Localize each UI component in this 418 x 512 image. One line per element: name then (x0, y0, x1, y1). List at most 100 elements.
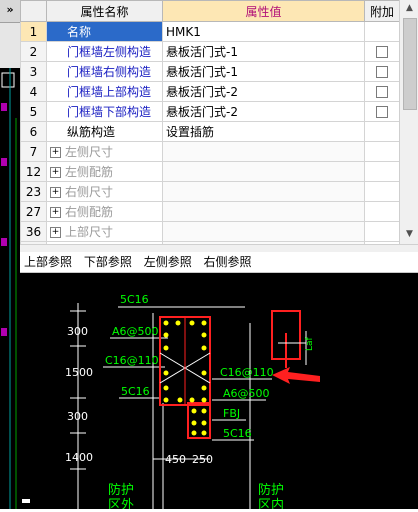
dim-label-450: 450 (165, 453, 186, 466)
expand-icon[interactable]: + (50, 187, 61, 198)
tab-bottom-reference[interactable]: 下部参照 (84, 252, 132, 272)
collapse-panel-button[interactable]: » (0, 0, 20, 23)
add-cell (364, 21, 399, 42)
cad-view-edge (0, 68, 20, 509)
cad-edge-drawing (1, 68, 17, 509)
property-row[interactable]: 4 门框墙上部构造 悬板活门式-2 (20, 81, 399, 102)
property-name-label: 门框墙上部构造 (67, 85, 152, 99)
add-checkbox[interactable] (376, 46, 388, 58)
property-value-cell[interactable]: 悬板活门式-2 (162, 101, 365, 122)
row-number: 27 (20, 201, 47, 222)
property-row[interactable]: 3 门框墙右侧构造 悬板活门式-1 (20, 61, 399, 82)
property-name-cell[interactable]: 门框墙上部构造 (46, 81, 163, 102)
tab-left-reference[interactable]: 左侧参照 (144, 252, 192, 272)
property-row[interactable]: 7 + 左侧尺寸 (20, 141, 399, 162)
add-cell (364, 221, 399, 242)
scroll-down-icon[interactable]: ▼ (400, 226, 418, 242)
property-value-cell[interactable]: 悬板活门式-1 (162, 61, 365, 82)
property-name-label: 左侧配筋 (65, 165, 114, 179)
add-cell[interactable] (364, 61, 399, 82)
row-number: 1 (20, 21, 47, 42)
property-name-cell[interactable]: + 左侧尺寸 (46, 141, 163, 162)
rebar-drawing-canvas[interactable]: 300 1500 300 1400 5C16 A6@500 C16@110 5C… (20, 273, 418, 512)
property-row[interactable]: 1 名称 HMK1 (20, 21, 399, 42)
tab-right-reference[interactable]: 右侧参照 (204, 252, 252, 272)
property-value-cell[interactable] (162, 181, 365, 202)
row-number: 3 (20, 61, 47, 82)
add-checkbox[interactable] (376, 86, 388, 98)
property-name-label: 门框墙右侧构造 (67, 65, 152, 79)
label-right-c16: C16@110 (220, 366, 274, 379)
row-number: 6 (20, 121, 47, 142)
property-row[interactable]: 36 + 上部尺寸 (20, 221, 399, 242)
label-rebar-5c16: 5C16 (121, 385, 150, 398)
reference-tabs: 上部参照 下部参照 左侧参照 右侧参照 (20, 252, 418, 273)
property-name-cell[interactable]: 名称 (46, 21, 163, 42)
property-name-cell[interactable]: + 右侧尺寸 (46, 181, 163, 202)
property-value-cell[interactable]: HMK1 (162, 21, 365, 42)
property-value-cell[interactable]: 悬板活门式-2 (162, 81, 365, 102)
header-add[interactable]: 附加 (364, 0, 399, 22)
property-grid: 属性名称 属性值 附加 1 名称 HMK1 2 门框墙左侧构造 悬板活门式-1 3 门框墙右侧… (20, 0, 399, 244)
expand-icon[interactable]: + (50, 227, 61, 238)
property-name-cell[interactable]: 门框墙左侧构造 (46, 41, 163, 62)
add-cell (364, 181, 399, 202)
expand-icon[interactable]: + (50, 207, 61, 218)
label-protection-outside-2: 区外 (108, 498, 134, 509)
property-name-cell[interactable]: + 左侧配筋 (46, 161, 163, 182)
add-checkbox[interactable] (376, 106, 388, 118)
left-side-panel: » (0, 0, 21, 509)
row-number: 7 (20, 141, 47, 162)
dim-label-1500: 1500 (65, 366, 93, 379)
scroll-up-icon[interactable]: ▲ (400, 0, 418, 16)
add-cell[interactable] (364, 101, 399, 122)
dim-label-300-bottom: 300 (67, 410, 88, 423)
property-name-label: 门框墙左侧构造 (67, 45, 152, 59)
property-value-cell[interactable]: 设置插筋 (162, 121, 365, 142)
label-right-5c16: 5C16 (223, 427, 252, 440)
property-value-cell[interactable] (162, 161, 365, 182)
add-cell (364, 201, 399, 222)
property-value-cell[interactable] (162, 221, 365, 242)
label-fbj: FBJ (223, 407, 240, 420)
property-value-cell[interactable]: 悬板活门式-1 (162, 41, 365, 62)
add-cell[interactable] (364, 41, 399, 62)
property-value-cell[interactable] (162, 141, 365, 162)
expand-icon[interactable]: + (50, 147, 61, 158)
add-cell[interactable] (364, 81, 399, 102)
property-name-cell[interactable]: 纵筋构造 (46, 121, 163, 142)
property-name-cell[interactable]: + 右侧配筋 (46, 201, 163, 222)
add-checkbox[interactable] (376, 66, 388, 78)
rebar-section-drawing: 300 1500 300 1400 5C16 A6@500 C16@110 5C… (22, 293, 320, 512)
property-name-cell[interactable]: 门框墙右侧构造 (46, 61, 163, 82)
row-number: 2 (20, 41, 47, 62)
header-property-value[interactable]: 属性值 (162, 0, 365, 22)
property-row[interactable]: 5 门框墙下部构造 悬板活门式-2 (20, 101, 399, 122)
property-name-label: 纵筋构造 (67, 125, 116, 139)
property-name-label: 左侧尺寸 (65, 145, 114, 159)
vertical-scrollbar[interactable]: ▲ ▼ (399, 0, 418, 244)
property-row[interactable]: 2 门框墙左侧构造 悬板活门式-1 (20, 41, 399, 62)
scrollbar-thumb[interactable] (403, 18, 417, 110)
add-cell (364, 141, 399, 162)
header-property-name[interactable]: 属性名称 (46, 0, 163, 22)
expand-icon[interactable]: + (50, 167, 61, 178)
property-value-cell[interactable] (162, 201, 365, 222)
add-cell (364, 161, 399, 182)
property-name-cell[interactable]: + 上部尺寸 (46, 221, 163, 242)
property-name-cell[interactable]: 门框墙下部构造 (46, 101, 163, 122)
tab-top-reference[interactable]: 上部参照 (24, 252, 72, 272)
property-row[interactable]: 6 纵筋构造 设置插筋 (20, 121, 399, 142)
property-name-label: 门框墙下部构造 (67, 105, 152, 119)
property-row[interactable]: 12 + 左侧配筋 (20, 161, 399, 182)
property-table-header: 属性名称 属性值 附加 (20, 0, 399, 22)
label-protection-inside-1: 防护 (258, 482, 284, 498)
property-row[interactable]: 23 + 右侧尺寸 (20, 181, 399, 202)
property-row[interactable]: 27 + 右侧配筋 (20, 201, 399, 222)
property-name-label: 右侧配筋 (65, 205, 114, 219)
row-number: 36 (20, 221, 47, 242)
label-protection-outside-1: 防护 (108, 482, 134, 498)
origin-marker (22, 499, 30, 503)
row-number: 12 (20, 161, 47, 182)
label-top-rebar: 5C16 (120, 293, 149, 306)
